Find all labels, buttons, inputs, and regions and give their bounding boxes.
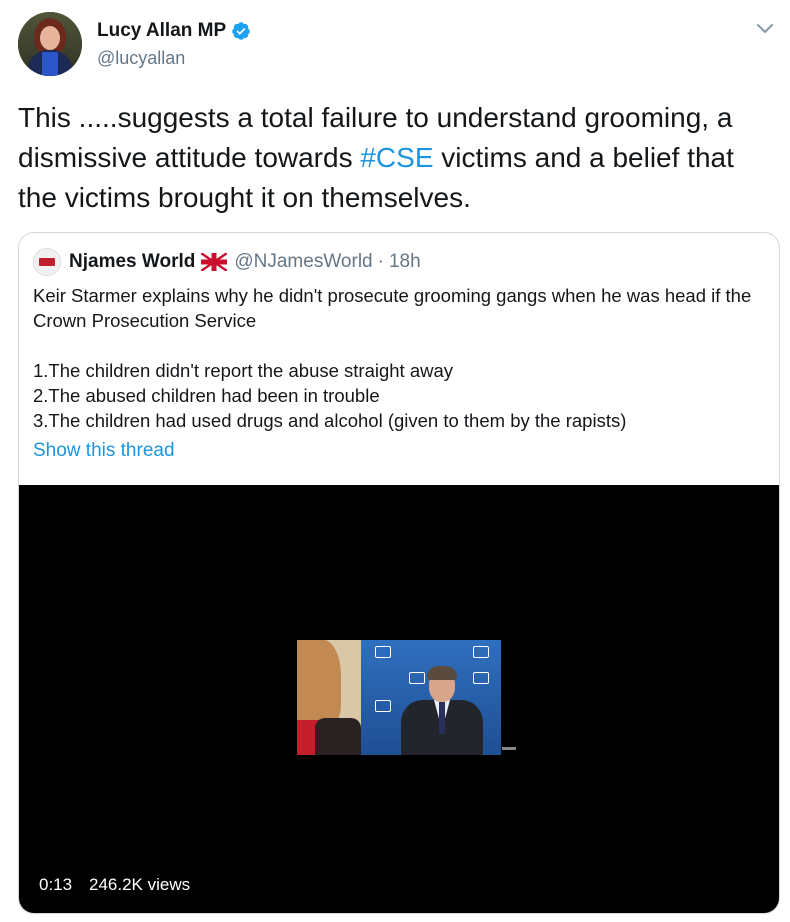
chevron-down-icon[interactable] [752, 18, 778, 40]
list-item: 2.The abused children had been in troubl… [33, 385, 380, 406]
quoted-tweet-card[interactable]: Njames World @NJamesWorld · 18h Keir Sta… [18, 232, 780, 914]
show-thread-link[interactable]: Show this thread [33, 440, 175, 462]
quoted-body-text: Keir Starmer explains why he didn't pros… [33, 285, 752, 331]
video-time: 0:13 [39, 875, 73, 894]
quoted-tweet-header: Njames World @NJamesWorld · 18h [33, 248, 421, 276]
tweet-header: Lucy Allan MP @lucyallan [18, 12, 778, 82]
video-frame-mark [502, 747, 516, 750]
quoted-author-name: Njames World [69, 251, 196, 272]
quoted-author-avatar [33, 248, 61, 276]
author-avatar[interactable] [18, 12, 82, 76]
uk-flag-icon [201, 253, 228, 271]
author-name-row[interactable]: Lucy Allan MP [97, 20, 251, 42]
author-display-name[interactable]: Lucy Allan MP [97, 20, 226, 42]
separator-dot: · [377, 251, 384, 272]
video-views: 246.2K views [89, 875, 191, 894]
list-item: 1.The children didn't report the abuse s… [33, 360, 454, 381]
author-handle[interactable]: @lucyallan [97, 48, 185, 69]
video-player[interactable]: 0:13 246.2K views [19, 485, 779, 913]
verified-badge-icon [232, 22, 250, 40]
hashtag-link[interactable]: #CSE [360, 142, 433, 173]
tweet-text: This .....suggests a total failure to un… [18, 98, 778, 218]
quoted-tweet-body: Keir Starmer explains why he didn't pros… [33, 283, 763, 433]
list-item: 3.The children had used drugs and alcoho… [33, 410, 627, 431]
video-frame [297, 640, 501, 755]
quoted-author-handle: @NJamesWorld [234, 251, 373, 272]
quoted-timestamp: 18h [388, 251, 421, 272]
